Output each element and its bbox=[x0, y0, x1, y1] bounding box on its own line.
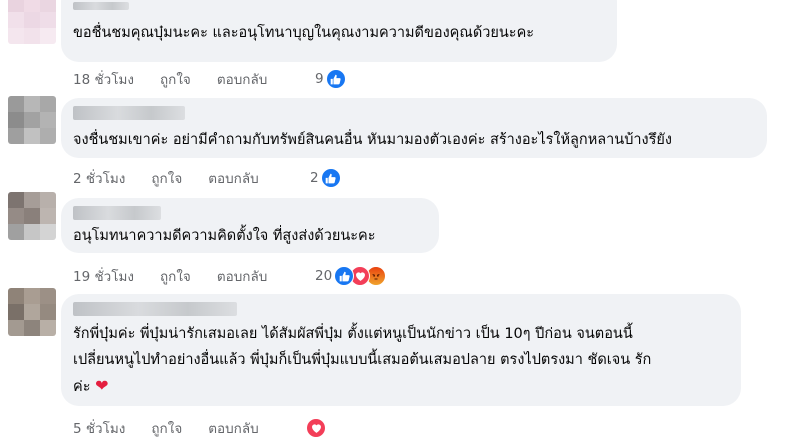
avatar[interactable] bbox=[8, 288, 56, 336]
comment-bubble: จงชื่นชมเขาค่ะ อย่ามีคำถามกับทรัพย์สินคน… bbox=[61, 98, 767, 158]
reaction-count: 9 bbox=[315, 71, 324, 87]
author-name-blurred[interactable] bbox=[73, 2, 129, 10]
timestamp[interactable]: 5 ชั่วโมง bbox=[73, 417, 125, 439]
like-icon bbox=[334, 266, 355, 286]
comment-actions: 2 ชั่วโมง ถูกใจ ตอบกลับ bbox=[73, 168, 285, 188]
love-icon bbox=[306, 418, 326, 438]
like-link[interactable]: ถูกใจ bbox=[151, 167, 182, 189]
reaction-count: 20 bbox=[315, 268, 333, 284]
avatar[interactable] bbox=[8, 96, 56, 144]
comment-text: ขอชื่นชมคุณบุ๋มนะคะ และอนุโทนาบุญในคุณงา… bbox=[73, 25, 535, 41]
reply-link[interactable]: ตอบกลับ bbox=[217, 68, 267, 90]
comment-actions: 18 ชั่วโมง ถูกใจ ตอบกลับ bbox=[73, 69, 293, 89]
timestamp[interactable]: 2 ชั่วโมง bbox=[73, 167, 125, 189]
comment-text-line-1: รักพี่บุ๋มค่ะ พี่บุ๋มน่ารักเสมอเลย ได้สั… bbox=[73, 326, 633, 342]
comment-text-line-2: เปลี่ยนหนูไปทำอย่างอื่นแล้ว พี่บุ๋มก็เป็… bbox=[73, 352, 652, 368]
author-name-blurred[interactable] bbox=[73, 106, 185, 120]
comment-text: อนุโมทนาความดีความคิดตั้งใจ ที่สูงส่งด้ว… bbox=[73, 228, 376, 244]
like-icon bbox=[320, 168, 341, 188]
like-link[interactable]: ถูกใจ bbox=[160, 265, 191, 287]
comment-bubble: รักพี่บุ๋มค่ะ พี่บุ๋มน่ารักเสมอเลย ได้สั… bbox=[61, 294, 741, 406]
timestamp[interactable]: 18 ชั่วโมง bbox=[73, 68, 134, 90]
avatar[interactable] bbox=[8, 192, 56, 240]
author-name-blurred[interactable] bbox=[73, 302, 237, 316]
reply-link[interactable]: ตอบกลับ bbox=[217, 265, 267, 287]
reaction-summary[interactable] bbox=[306, 418, 326, 438]
author-name-blurred[interactable] bbox=[73, 206, 161, 220]
comment-text: จงชื่นชมเขาค่ะ อย่ามีคำถามกับทรัพย์สินคน… bbox=[73, 132, 672, 148]
comment-bubble: ขอชื่นชมคุณบุ๋มนะคะ และอนุโทนาบุญในคุณงา… bbox=[61, 0, 617, 62]
like-icon bbox=[325, 69, 346, 89]
like-link[interactable]: ถูกใจ bbox=[160, 68, 191, 90]
heart-emoji-icon: ❤ bbox=[95, 376, 109, 395]
timestamp[interactable]: 19 ชั่วโมง bbox=[73, 265, 134, 287]
comment-text-line-3: ค่ะ ❤ bbox=[73, 376, 109, 395]
reaction-summary[interactable]: 9 bbox=[315, 69, 346, 89]
comment-bubble: อนุโมทนาความดีความคิดตั้งใจ ที่สูงส่งด้ว… bbox=[61, 198, 439, 253]
reaction-count: 2 bbox=[310, 170, 319, 186]
like-link[interactable]: ถูกใจ bbox=[151, 417, 182, 439]
reaction-summary[interactable]: 20 bbox=[315, 266, 387, 286]
reply-link[interactable]: ตอบกลับ bbox=[208, 417, 258, 439]
reply-link[interactable]: ตอบกลับ bbox=[208, 167, 258, 189]
comment-actions: 5 ชั่วโมง ถูกใจ ตอบกลับ bbox=[73, 418, 285, 438]
reaction-summary[interactable]: 2 bbox=[310, 168, 341, 188]
avatar[interactable] bbox=[8, 0, 56, 44]
comment-actions: 19 ชั่วโมง ถูกใจ ตอบกลับ bbox=[73, 266, 293, 286]
